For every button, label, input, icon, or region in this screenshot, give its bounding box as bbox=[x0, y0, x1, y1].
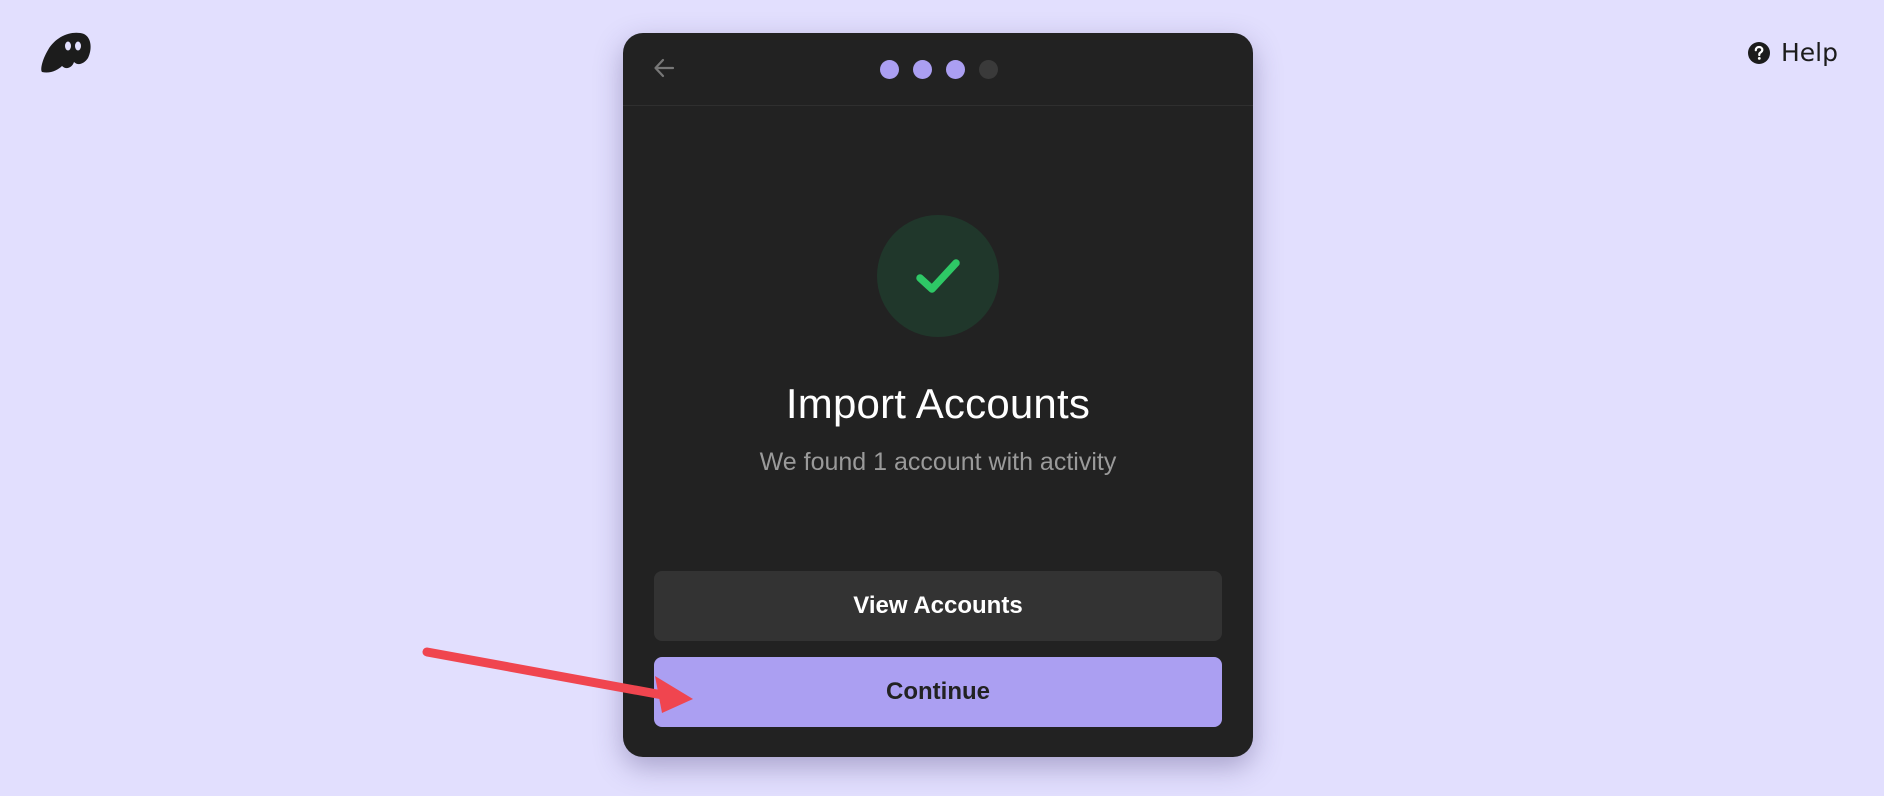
step-dot-2 bbox=[912, 60, 932, 79]
page: Help Import Accounts We found 1 account … bbox=[0, 0, 1884, 796]
phantom-logo-icon[interactable] bbox=[38, 30, 92, 74]
view-accounts-button[interactable]: View Accounts bbox=[654, 571, 1222, 641]
step-dot-4 bbox=[978, 60, 998, 79]
question-circle-icon bbox=[1747, 41, 1771, 65]
help-link[interactable]: Help bbox=[1747, 38, 1838, 67]
step-dot-3 bbox=[945, 60, 965, 79]
step-dot-1 bbox=[879, 60, 899, 79]
continue-button[interactable]: Continue bbox=[654, 657, 1222, 727]
page-title: Import Accounts bbox=[785, 380, 1091, 427]
card-header bbox=[623, 33, 1253, 106]
checkmark-icon bbox=[916, 259, 960, 293]
page-subtitle: We found 1 account with activity bbox=[759, 448, 1117, 476]
success-badge bbox=[877, 215, 999, 337]
progress-steps bbox=[623, 60, 1253, 79]
onboarding-card: Import Accounts We found 1 account with … bbox=[623, 33, 1253, 757]
help-label: Help bbox=[1781, 38, 1838, 67]
